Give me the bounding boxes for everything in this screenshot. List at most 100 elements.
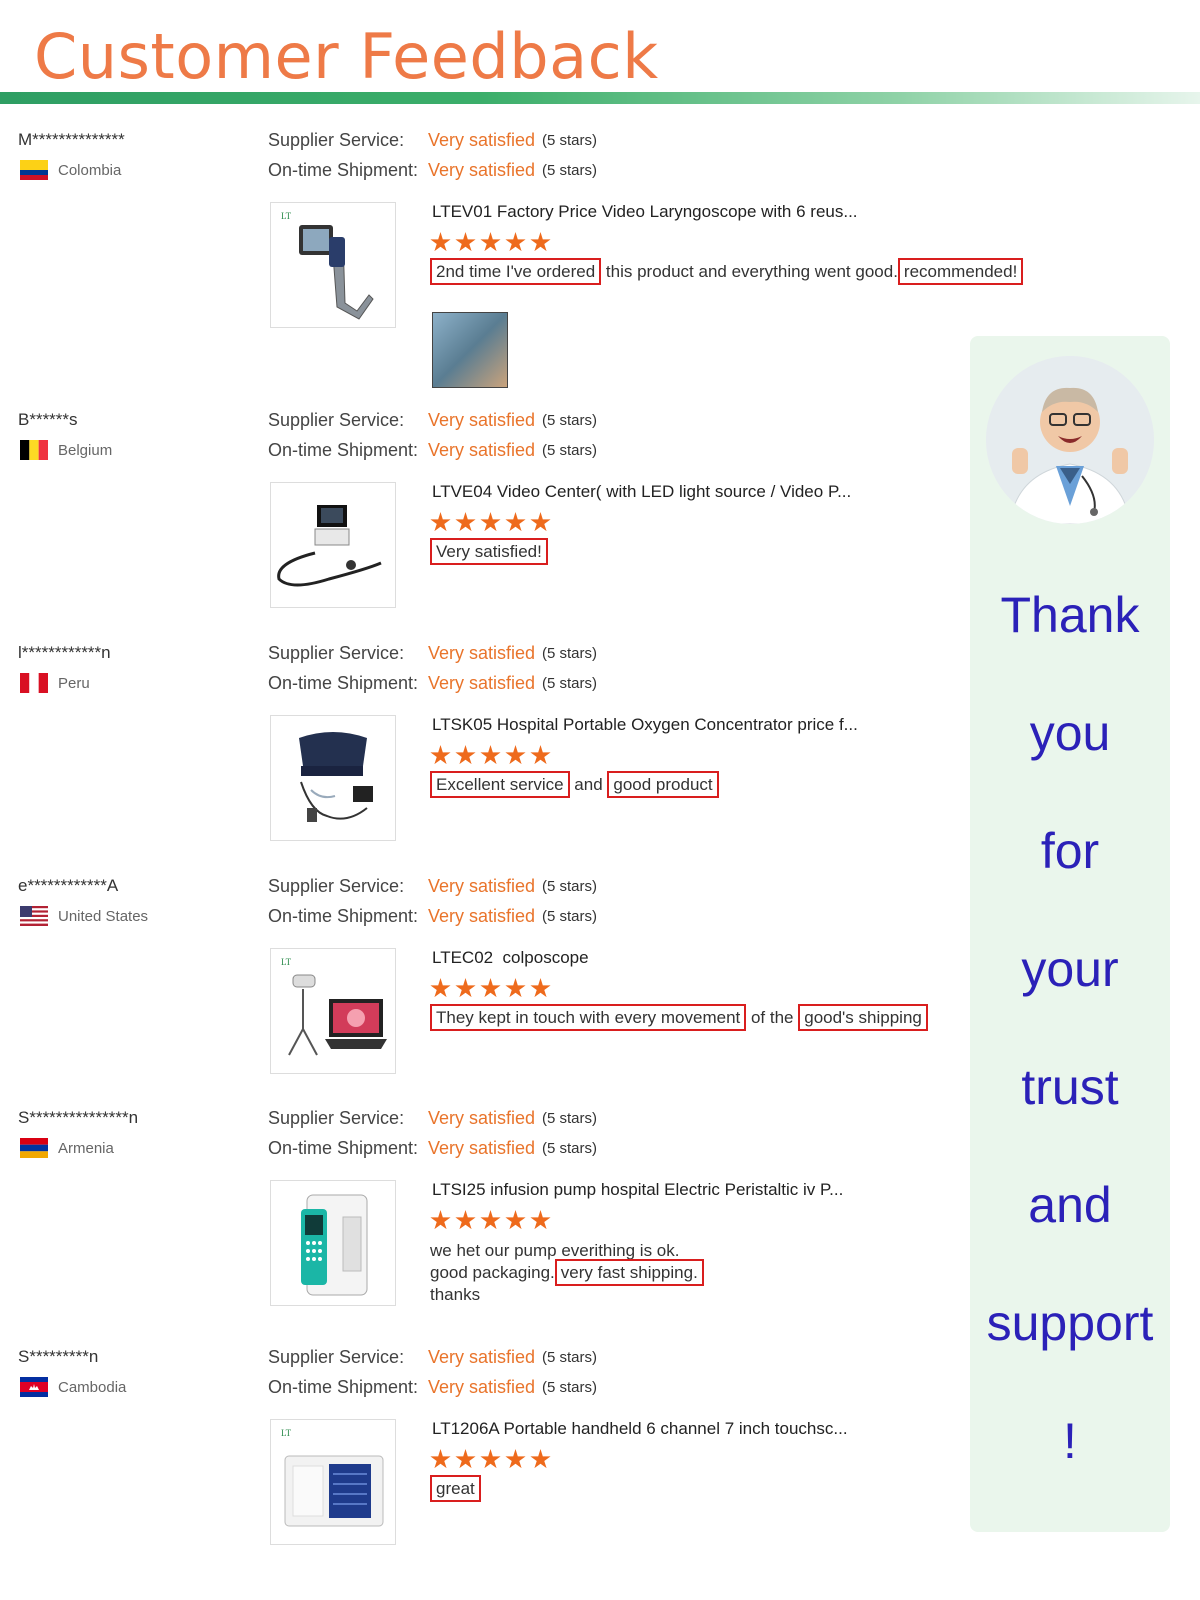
star-rating xyxy=(430,232,551,253)
customer-name: e************A xyxy=(18,876,119,895)
thank-you-word: ! xyxy=(1063,1413,1077,1469)
rating-label: On-time Shipment: xyxy=(268,1138,419,1158)
rating-value: Very satisfied xyxy=(428,1377,536,1397)
review-item: S*********n Cambodia Supplier Service: Very… xyxy=(0,1347,940,1587)
star-icon xyxy=(455,1210,476,1230)
customer-name: B******s xyxy=(18,410,78,429)
rating-count: (5 stars) xyxy=(542,675,598,692)
rating-value: Very satisfied xyxy=(428,906,536,926)
supplier-service-rating: Supplier Service: Very satisfied (5 stars) xyxy=(268,1347,597,1368)
product-title-link[interactable]: LTVE04 Video Center( with LED light sour… xyxy=(432,482,851,502)
product-image[interactable]: LT xyxy=(270,202,396,328)
product-image[interactable] xyxy=(270,1180,396,1306)
highlighted-comment-text: very fast shipping. xyxy=(554,1259,704,1286)
review-comment: Excellent service and good product xyxy=(430,771,719,798)
comment-text: we het our pump everithing is ok. xyxy=(430,1241,680,1260)
supplier-service-rating: Supplier Service: Very satisfied (5 stars) xyxy=(268,643,597,664)
svg-text:LT: LT xyxy=(281,211,292,221)
rating-value: Very satisfied xyxy=(428,1108,536,1128)
svg-text:LT: LT xyxy=(281,957,292,967)
rating-count: (5 stars) xyxy=(542,1379,598,1396)
comment-text: of the xyxy=(746,1008,799,1027)
cambodia-flag-icon xyxy=(20,1377,48,1397)
country-name: Peru xyxy=(58,674,90,692)
rating-value: Very satisfied xyxy=(428,440,536,460)
star-icon xyxy=(530,978,551,998)
product-title-link[interactable]: LTSK05 Hospital Portable Oxygen Concentr… xyxy=(432,715,858,735)
star-icon xyxy=(455,745,476,765)
supplier-service-rating: Supplier Service: Very satisfied (5 stars) xyxy=(268,876,597,897)
review-item: e************A United States Supplier Serv… xyxy=(0,876,940,1116)
customer-name: S***************n xyxy=(18,1108,139,1127)
product-image[interactable] xyxy=(270,482,396,608)
star-icon xyxy=(480,1210,501,1230)
review-comment: 2nd time I've ordered this product and e… xyxy=(430,258,1024,285)
title-divider xyxy=(0,92,1200,104)
rating-count: (5 stars) xyxy=(542,908,598,925)
thank-you-word: you xyxy=(1029,705,1111,761)
shipment-rating: On-time Shipment: Very satisfied (5 stars) xyxy=(268,906,597,927)
customer-name: S*********n xyxy=(18,1347,99,1366)
rating-count: (5 stars) xyxy=(542,645,598,662)
thank-you-panel: Thank you for your trust and support! xyxy=(970,336,1170,1532)
svg-text:LT: LT xyxy=(281,1428,292,1438)
review-comment: we het our pump everithing is ok. good pa… xyxy=(430,1240,704,1306)
star-rating xyxy=(430,1210,551,1231)
customer-name: M************** xyxy=(18,130,125,149)
star-icon xyxy=(530,1210,551,1230)
customer-country: Colombia xyxy=(20,160,121,180)
star-rating xyxy=(430,978,551,999)
comment-text: and xyxy=(569,775,608,794)
rating-count: (5 stars) xyxy=(542,132,598,149)
customer-country: Cambodia xyxy=(20,1377,126,1397)
highlighted-comment-text: good's shipping xyxy=(798,1004,928,1031)
star-icon xyxy=(455,1449,476,1469)
star-icon xyxy=(480,1449,501,1469)
thank-you-word: support xyxy=(986,1295,1154,1351)
highlighted-comment-text: Excellent service xyxy=(430,771,570,798)
star-icon xyxy=(430,978,451,998)
rating-value: Very satisfied xyxy=(428,876,536,896)
star-rating xyxy=(430,1449,551,1470)
review-photo-thumbnail[interactable] xyxy=(432,312,508,388)
customer-country: Peru xyxy=(20,673,90,693)
shipment-rating: On-time Shipment: Very satisfied (5 stars) xyxy=(268,673,597,694)
doctor-avatar xyxy=(986,356,1154,524)
product-title-link[interactable]: LTEV01 Factory Price Video Laryngoscope … xyxy=(432,202,858,222)
rating-label: On-time Shipment: xyxy=(268,906,419,926)
star-icon xyxy=(530,232,551,252)
rating-count: (5 stars) xyxy=(542,878,598,895)
rating-count: (5 stars) xyxy=(542,412,598,429)
rating-count: (5 stars) xyxy=(542,1349,598,1366)
star-icon xyxy=(430,232,451,252)
rating-label: On-time Shipment: xyxy=(268,440,419,460)
star-icon xyxy=(480,232,501,252)
shipment-rating: On-time Shipment: Very satisfied (5 stars) xyxy=(268,1138,597,1159)
product-title-link[interactable]: LT1206A Portable handheld 6 channel 7 in… xyxy=(432,1419,848,1439)
rating-count: (5 stars) xyxy=(542,1140,598,1157)
product-image[interactable]: LT xyxy=(270,1419,396,1545)
review-item: S***************n Armenia Supplier Service… xyxy=(0,1108,940,1348)
supplier-service-rating: Supplier Service: Very satisfied (5 stars) xyxy=(268,1108,597,1129)
rating-value: Very satisfied xyxy=(428,643,536,663)
star-icon xyxy=(455,232,476,252)
star-icon xyxy=(430,512,451,532)
country-name: Colombia xyxy=(58,161,122,179)
star-rating xyxy=(430,745,551,766)
shipment-rating: On-time Shipment: Very satisfied (5 stars) xyxy=(268,1377,597,1398)
product-image[interactable]: LT xyxy=(270,948,396,1074)
product-title-link[interactable]: LTSI25 infusion pump hospital Electric P… xyxy=(432,1180,843,1200)
star-icon xyxy=(505,745,526,765)
customer-country: Armenia xyxy=(20,1138,114,1158)
rating-label: Supplier Service: xyxy=(268,1108,405,1128)
rating-value: Very satisfied xyxy=(428,673,536,693)
rating-count: (5 stars) xyxy=(542,162,598,179)
star-icon xyxy=(430,745,451,765)
usa-flag-icon xyxy=(20,906,48,926)
thank-you-word: your xyxy=(1021,941,1119,997)
star-icon xyxy=(530,1449,551,1469)
star-rating xyxy=(430,512,551,533)
supplier-service-rating: Supplier Service: Very satisfied (5 stars) xyxy=(268,130,597,151)
product-image[interactable] xyxy=(270,715,396,841)
product-title-link[interactable]: LTEC02 colposcope xyxy=(432,948,589,968)
